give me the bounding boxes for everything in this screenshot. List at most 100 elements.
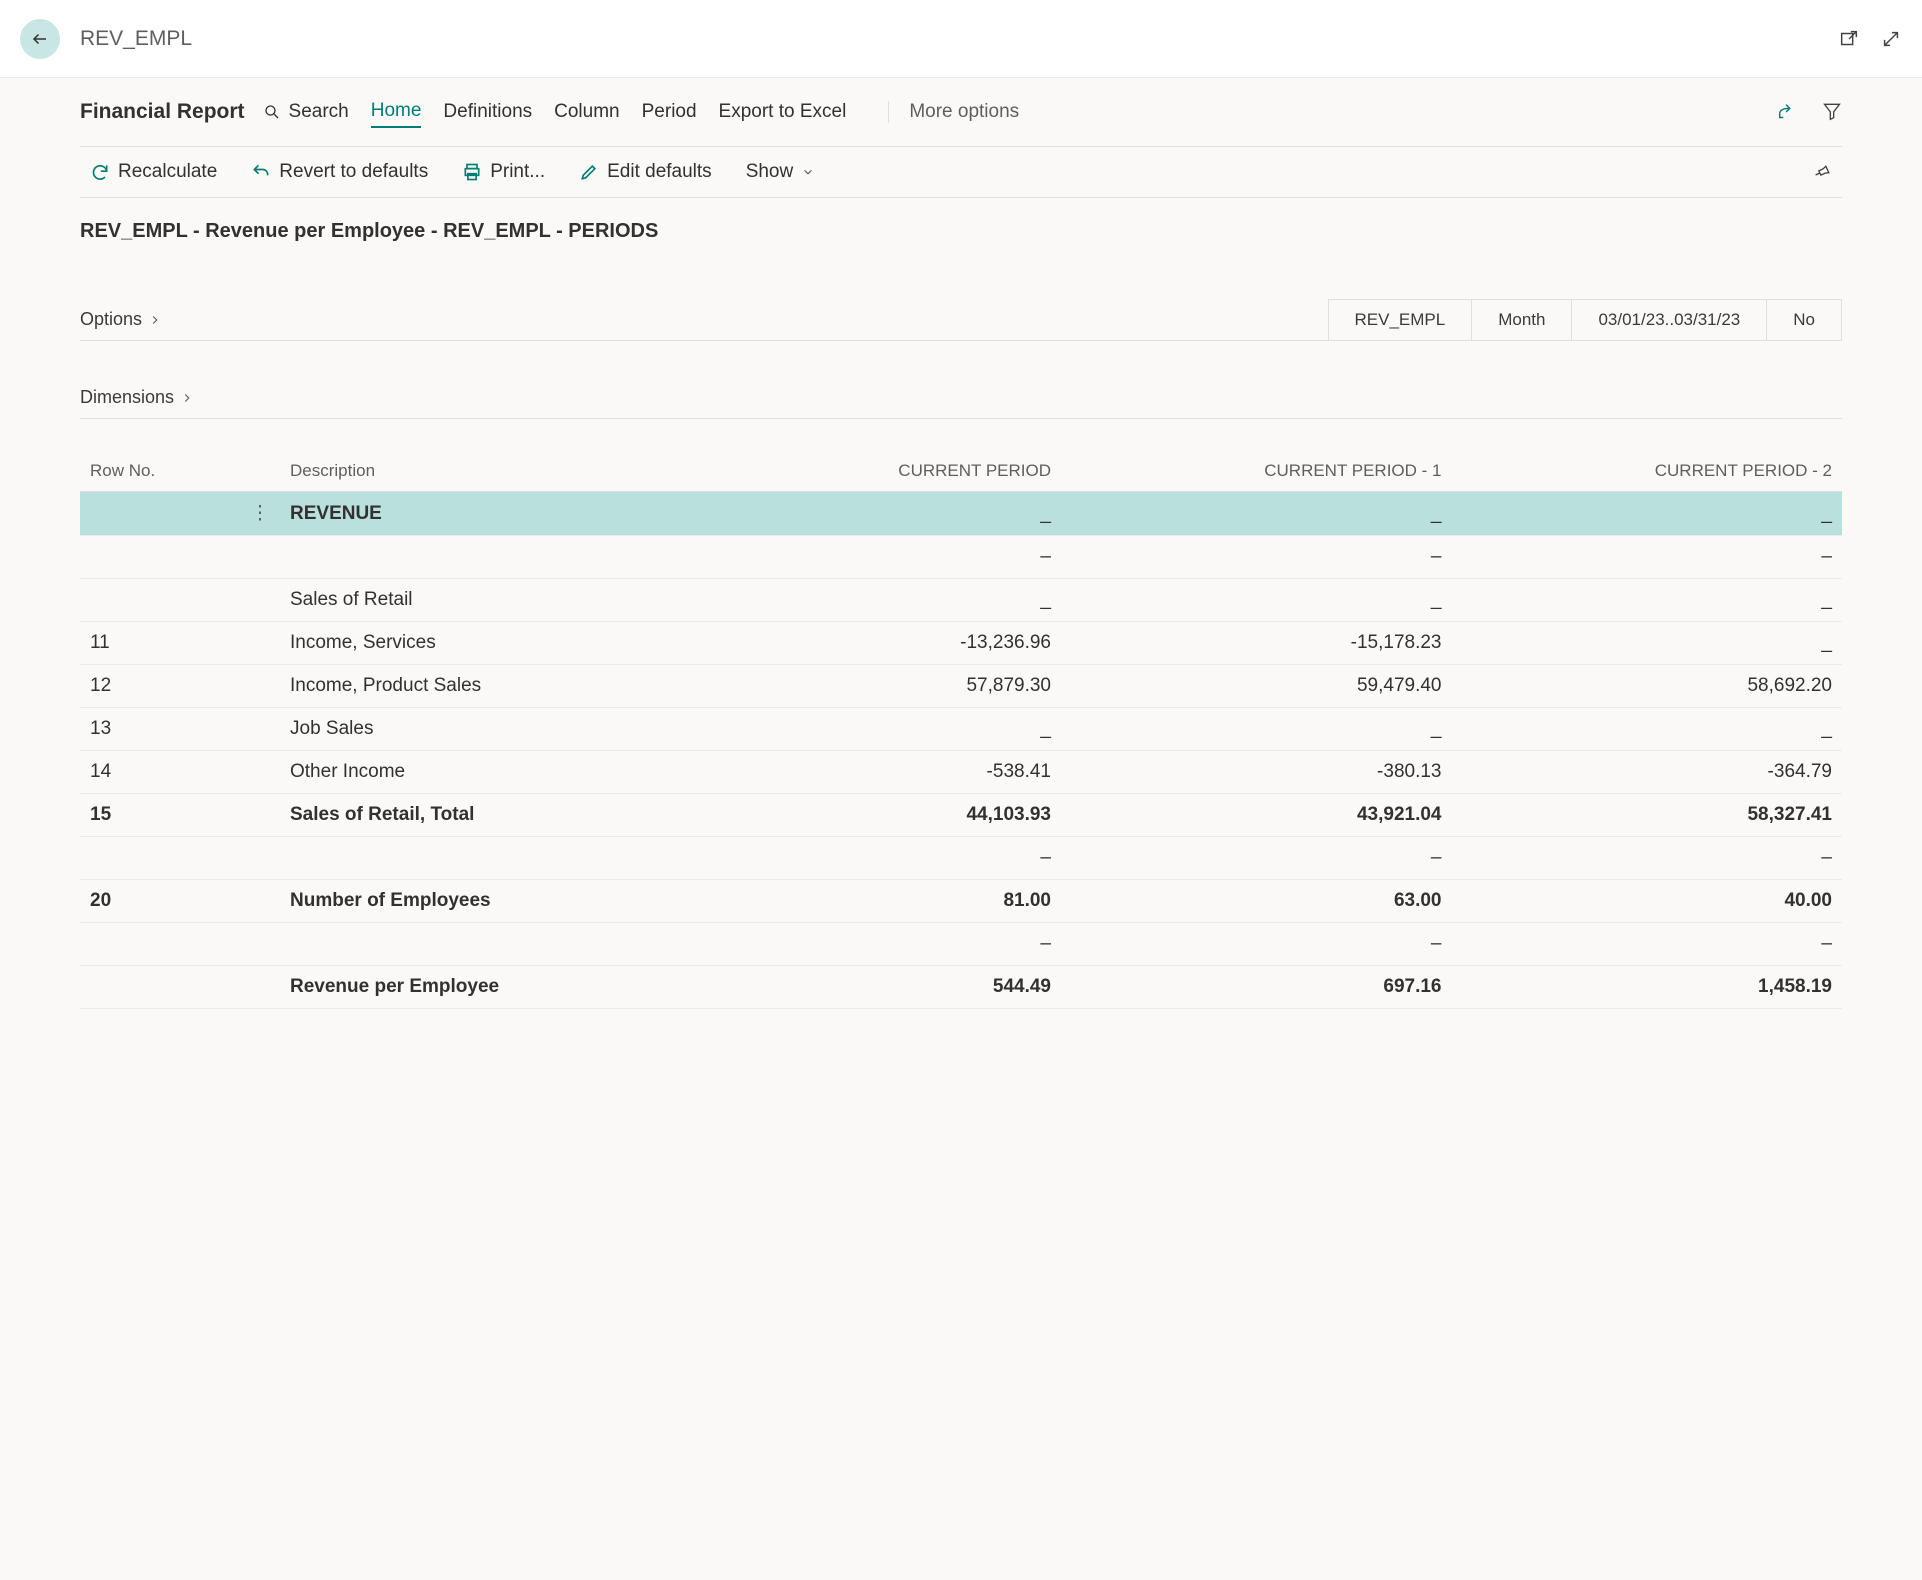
recalculate-button[interactable]: Recalculate — [90, 161, 217, 183]
options-toggle[interactable]: Options — [80, 309, 162, 330]
row-menu-button — [240, 837, 280, 880]
cell-cp1: 43,921.04 — [1061, 794, 1452, 837]
back-button[interactable] — [20, 19, 60, 59]
cell-cp1: 697.16 — [1061, 966, 1452, 1009]
refresh-icon — [90, 162, 110, 182]
option-period-type[interactable]: Month — [1471, 299, 1571, 341]
report-heading: REV_EMPL - Revenue per Employee - REV_EM… — [80, 198, 1842, 253]
cell-description: Income, Product Sales — [280, 665, 671, 708]
col-header-rowno[interactable]: Row No. — [80, 451, 240, 492]
col-header-cp2[interactable]: CURRENT PERIOD - 2 — [1452, 451, 1843, 492]
cell-cp1: – — [1061, 923, 1452, 966]
table-row[interactable]: 14Other Income-538.41-380.13-364.79 — [80, 751, 1842, 794]
cell-rowno — [80, 579, 240, 622]
cell-cp2: _ — [1452, 579, 1843, 622]
cell-description: Revenue per Employee — [280, 966, 671, 1009]
action-bar: Recalculate Revert to defaults Print... … — [80, 147, 1842, 198]
cell-cp1: -380.13 — [1061, 751, 1452, 794]
cell-cp1: _ — [1061, 492, 1452, 536]
cell-cp: _ — [671, 579, 1062, 622]
share-icon[interactable] — [1776, 101, 1798, 123]
table-row[interactable]: ––– — [80, 837, 1842, 880]
row-menu-button — [240, 622, 280, 665]
cell-cp2: 58,692.20 — [1452, 665, 1843, 708]
row-menu-button — [240, 880, 280, 923]
table-row[interactable]: ⋮REVENUE___ — [80, 492, 1842, 536]
cell-description — [280, 536, 671, 579]
row-menu-button — [240, 966, 280, 1009]
dimensions-toggle[interactable]: Dimensions — [80, 387, 194, 408]
filter-icon[interactable] — [1822, 101, 1842, 123]
cell-rowno: 20 — [80, 880, 240, 923]
cell-cp1: – — [1061, 837, 1452, 880]
dimensions-section: Dimensions — [80, 377, 1842, 419]
search-button[interactable]: Search — [263, 101, 349, 123]
revert-button[interactable]: Revert to defaults — [251, 161, 428, 183]
edit-defaults-button[interactable]: Edit defaults — [579, 161, 712, 183]
pin-icon[interactable] — [1812, 162, 1832, 182]
tab-definitions[interactable]: Definitions — [443, 97, 532, 127]
print-button[interactable]: Print... — [462, 161, 545, 183]
cell-description: REVENUE — [280, 492, 671, 536]
cell-cp: – — [671, 837, 1062, 880]
report-grid: Row No. Description CURRENT PERIOD CURRE… — [80, 451, 1842, 1009]
cell-cp: 544.49 — [671, 966, 1062, 1009]
open-in-new-icon[interactable] — [1838, 28, 1860, 50]
page-title: REV_EMPL — [80, 27, 1838, 51]
cell-cp2: – — [1452, 536, 1843, 579]
cell-rowno: 11 — [80, 622, 240, 665]
cell-rowno: 12 — [80, 665, 240, 708]
cell-cp: – — [671, 923, 1062, 966]
option-date-range[interactable]: 03/01/23..03/31/23 — [1571, 299, 1766, 341]
show-button[interactable]: Show — [746, 161, 816, 183]
table-row[interactable]: 12 Income, Product Sales57,879.3059,479.4… — [80, 665, 1842, 708]
option-aux[interactable]: No — [1766, 299, 1842, 341]
cell-rowno — [80, 837, 240, 880]
row-menu-button[interactable]: ⋮ — [240, 492, 280, 536]
table-row[interactable]: 11Income, Services-13,236.96-15,178.23_ — [80, 622, 1842, 665]
tab-export[interactable]: Export to Excel — [719, 97, 847, 127]
col-header-menu — [240, 451, 280, 492]
table-row[interactable]: 13Job Sales___ — [80, 708, 1842, 751]
show-label: Show — [746, 161, 794, 183]
cell-cp: 57,879.30 — [671, 665, 1062, 708]
cell-rowno — [80, 536, 240, 579]
cell-cp1: _ — [1061, 708, 1452, 751]
search-icon — [263, 103, 281, 121]
col-header-cp[interactable]: CURRENT PERIOD — [671, 451, 1062, 492]
row-menu-button — [240, 665, 280, 708]
cell-cp1: _ — [1061, 579, 1452, 622]
undo-icon — [251, 162, 271, 182]
table-row[interactable]: Sales of Retail___ — [80, 579, 1842, 622]
module-title: Financial Report — [80, 100, 245, 124]
cell-description — [280, 923, 671, 966]
options-section: Options REV_EMPL Month 03/01/23..03/31/2… — [80, 299, 1842, 341]
table-row[interactable]: ––– — [80, 923, 1842, 966]
command-tabs: Financial Report Search Home Definitions… — [80, 78, 1842, 147]
cell-rowno: 14 — [80, 751, 240, 794]
more-options-button[interactable]: More options — [888, 101, 1019, 123]
tab-column[interactable]: Column — [554, 97, 619, 127]
cell-cp1: 59,479.40 — [1061, 665, 1452, 708]
col-header-cp1[interactable]: CURRENT PERIOD - 1 — [1061, 451, 1452, 492]
option-code[interactable]: REV_EMPL — [1328, 299, 1472, 341]
table-row[interactable]: 20Number of Employees81.0063.0040.00 — [80, 880, 1842, 923]
cell-cp1: 63.00 — [1061, 880, 1452, 923]
cell-cp: -13,236.96 — [671, 622, 1062, 665]
table-row[interactable]: 15Sales of Retail, Total44,103.9343,921.… — [80, 794, 1842, 837]
recalculate-label: Recalculate — [118, 161, 217, 183]
col-header-description[interactable]: Description — [280, 451, 671, 492]
cell-description: Income, Services — [280, 622, 671, 665]
expand-icon[interactable] — [1880, 28, 1902, 50]
cell-cp2: 1,458.19 — [1452, 966, 1843, 1009]
table-row[interactable]: Revenue per Employee544.49697.161,458.19 — [80, 966, 1842, 1009]
table-row[interactable]: ––– — [80, 536, 1842, 579]
tab-home[interactable]: Home — [371, 96, 422, 128]
tab-period[interactable]: Period — [642, 97, 697, 127]
cell-rowno — [80, 492, 240, 536]
row-menu-button — [240, 708, 280, 751]
pencil-icon — [579, 162, 599, 182]
revert-label: Revert to defaults — [279, 161, 428, 183]
options-summary: REV_EMPL Month 03/01/23..03/31/23 No — [1328, 299, 1842, 341]
cell-description: Number of Employees — [280, 880, 671, 923]
